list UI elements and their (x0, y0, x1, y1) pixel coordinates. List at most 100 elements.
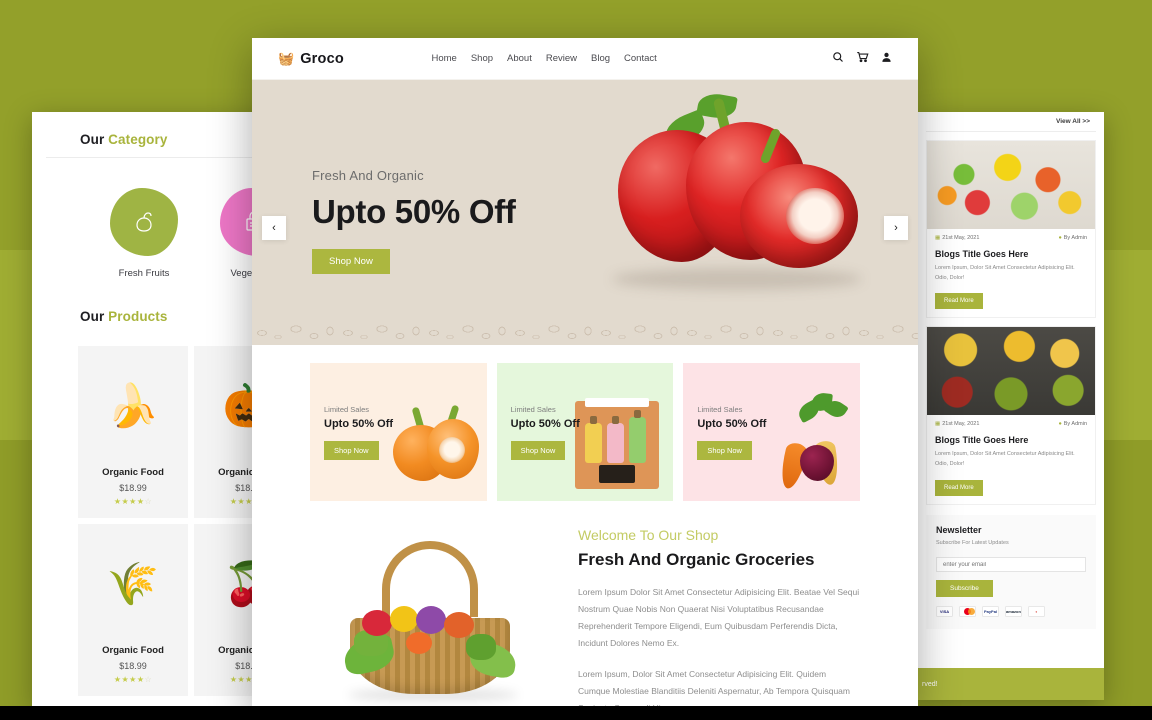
hero-copy: Fresh And Organic Upto 50% Off Shop Now (312, 168, 516, 274)
welcome-copy: Welcome To Our Shop Fresh And Organic Gr… (578, 521, 860, 712)
visa-icon: VISA (936, 606, 953, 617)
category-item-fresh-fruits[interactable]: Fresh Fruits (106, 188, 182, 279)
nav-link-contact[interactable]: Contact (624, 53, 657, 64)
blog-excerpt: Lorem Ipsum, Dolor Sit Amet Consectetur … (935, 265, 1075, 281)
calendar-icon: ▦ (935, 421, 941, 428)
promo-shop-now-button[interactable]: Shop Now (697, 440, 752, 460)
fruit-outline-icon (110, 188, 178, 256)
divider (926, 131, 1096, 132)
hero-next-arrow[interactable]: › (884, 216, 908, 240)
botanical-pattern-icon (252, 315, 918, 345)
nav-link-review[interactable]: Review (546, 53, 577, 64)
newsletter-subtitle: Subscribe For Latest Updates (936, 539, 1009, 546)
read-more-button[interactable]: Read More (935, 293, 983, 310)
nav-link-home[interactable]: Home (432, 53, 457, 64)
user-icon: ● (1058, 421, 1062, 428)
read-more-button[interactable]: Read More (935, 479, 983, 496)
hero-prev-arrow[interactable]: ‹ (262, 216, 286, 240)
category-title-prefix: Our (80, 132, 105, 147)
welcome-image-vegetable-basket (310, 521, 560, 706)
newsletter-email-input[interactable] (936, 557, 1086, 572)
product-rating: ★★★★☆ (113, 675, 153, 684)
products-title-prefix: Our (80, 309, 105, 324)
promo-title: Upto 50% Off (324, 417, 394, 430)
mastercard-icon (959, 606, 976, 617)
basket-icon: 🧺 (278, 50, 295, 66)
hero-image-red-bell-peppers (590, 90, 870, 302)
newsletter-title: Newsletter (936, 524, 982, 535)
hero-slider[interactable]: Fresh And Organic Upto 50% Off Shop Now … (252, 80, 918, 345)
site-header: 🧺 Groco Home Shop About Review Blog Cont… (252, 38, 918, 80)
blog-card[interactable]: ▦ 21st May, 2021 ● By Admin Blogs Title Go… (926, 140, 1096, 319)
blog-date: ▦ 21st May, 2021 (935, 235, 980, 241)
blog-thumbnail-fruit-platter (927, 141, 1095, 229)
welcome-section: Welcome To Our Shop Fresh And Organic Gr… (252, 515, 918, 712)
welcome-title: Fresh And Organic Groceries (578, 550, 815, 569)
product-card[interactable]: 🍌 Organic Food $18.99 ★★★★☆ (78, 346, 188, 518)
blog-meta: ▦ 21st May, 2021 ● By Admin (927, 229, 1095, 245)
promo-kicker: Limited Sales (510, 404, 556, 414)
footer-text: rved! (922, 680, 938, 688)
product-image-grain-sack: 🌾 (106, 560, 160, 607)
product-name: Organic Food (102, 467, 164, 478)
nav-link-shop[interactable]: Shop (471, 53, 493, 64)
paypal-icon: PayPal (982, 606, 999, 617)
product-card[interactable]: 🌾 Organic Food $18.99 ★★★★☆ (78, 524, 188, 696)
promo-shop-now-button[interactable]: Shop Now (510, 440, 566, 460)
promo-card-beets[interactable]: Limited Sales Upto 50% Off Shop Now (683, 363, 861, 501)
blog-title: Blogs Title Goes Here (935, 249, 1029, 259)
welcome-paragraph-1: Lorem Ipsum Dolor Sit Amet Consectetur A… (578, 587, 860, 648)
blog-card[interactable]: ▦ 21st May, 2021 ● By Admin Blogs Title Go… (926, 326, 1096, 505)
search-icon[interactable] (832, 51, 844, 66)
blog-title: Blogs Title Goes Here (935, 435, 1029, 446)
category-title-accent: Category (108, 132, 168, 147)
blog-author: ● By Admin (1058, 421, 1087, 428)
subscribe-button[interactable]: Subscribe (936, 580, 993, 597)
promo-banner-row: Limited Sales Upto 50% Off Shop Now Limi… (252, 345, 918, 515)
blog-meta: ▦ 21st May, 2021 ● By Admin (927, 415, 1095, 431)
main-website-panel[interactable]: 🧺 Groco Home Shop About Review Blog Cont… (252, 38, 918, 712)
promo-title: Upto 50% Off (697, 417, 767, 430)
product-rating: ★★★★☆ (113, 497, 153, 506)
amazon-icon: amazon (1005, 606, 1022, 617)
promo-kicker: Limited Sales (697, 404, 743, 414)
promo-art-beet-carrots (760, 391, 856, 495)
user-icon: ● (1058, 235, 1062, 241)
product-image-bananas: 🍌 (106, 382, 160, 429)
promo-art-orange-peppers (387, 391, 483, 495)
products-title-accent: Products (108, 309, 168, 324)
main-navigation: Home Shop About Review Blog Contact (432, 53, 657, 64)
promo-shop-now-button[interactable]: Shop Now (324, 440, 379, 460)
screen-bottom-bar (0, 706, 1152, 720)
brand-logo[interactable]: 🧺 Groco (278, 51, 344, 67)
blog-excerpt: Lorem Ipsum, Dolor Sit Amet Consectetur … (935, 451, 1075, 467)
cart-icon[interactable] (856, 51, 869, 66)
payment-icons: VISA PayPal amazon ◐ (936, 606, 1086, 617)
nav-link-about[interactable]: About (507, 53, 532, 64)
alipay-icon: ◐ (1028, 606, 1045, 617)
hero-title: Upto 50% Off (312, 193, 516, 230)
promo-kicker: Limited Sales (324, 404, 370, 414)
product-price: $18.99 (119, 483, 147, 493)
page-footer-strip: rved! (918, 668, 1104, 700)
hero-shop-now-button[interactable]: Shop Now (312, 249, 390, 274)
promo-art-smoothie-box (573, 391, 669, 495)
hero-subtitle: Fresh And Organic (312, 168, 424, 183)
blog-thumbnail-lentils-grains (927, 327, 1095, 416)
brand-name: Groco (300, 50, 344, 67)
product-name: Organic Food (102, 645, 164, 656)
calendar-icon: ▦ (935, 235, 941, 241)
header-icons (832, 51, 892, 66)
product-price: $18.99 (119, 661, 147, 671)
promo-card-smoothie[interactable]: Limited Sales Upto 50% Off Shop Now (496, 363, 674, 501)
welcome-kicker: Welcome To Our Shop (578, 527, 719, 543)
category-item-label: Fresh Fruits (118, 268, 170, 279)
background-page-right[interactable]: View All >> ▦ 21st May, 2021 ● By Admin Bl… (918, 112, 1104, 700)
promo-card-peppers[interactable]: Limited Sales Upto 50% Off Shop Now (310, 363, 487, 501)
nav-link-blog[interactable]: Blog (591, 53, 610, 64)
view-all-link[interactable]: View All >> (918, 112, 1104, 131)
promo-title: Upto 50% Off (510, 417, 580, 430)
newsletter-section: Newsletter Subscribe For Latest Updates … (926, 514, 1096, 629)
blog-author: ● By Admin (1058, 235, 1087, 241)
user-icon[interactable] (881, 51, 892, 66)
